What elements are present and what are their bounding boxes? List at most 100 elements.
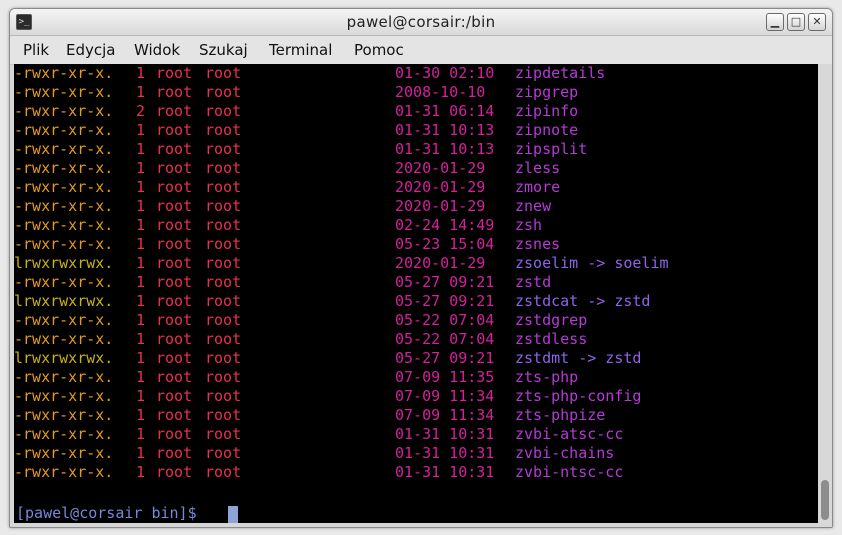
- link-count: 1: [136, 425, 146, 443]
- modified-date: 07-09 11:34: [395, 406, 495, 424]
- minimize-button[interactable]: ▁: [766, 13, 784, 31]
- owner: root: [156, 254, 193, 272]
- file-name: zipsplit: [515, 140, 588, 158]
- permissions: -rwxr-xr-x.: [14, 159, 114, 177]
- modified-date: 01-30 02:10: [395, 64, 495, 82]
- modified-date: 05-27 09:21: [395, 292, 495, 310]
- group: root: [205, 254, 242, 272]
- owner: root: [156, 330, 193, 348]
- menu-plik[interactable]: Plik: [23, 41, 49, 59]
- link-count: 1: [136, 273, 146, 291]
- permissions: -rwxr-xr-x.: [14, 83, 114, 101]
- link-count: 1: [136, 159, 146, 177]
- owner: root: [156, 197, 193, 215]
- menu-edycja[interactable]: Edycja: [66, 41, 115, 59]
- file-name: zipinfo: [515, 102, 579, 120]
- owner: root: [156, 273, 193, 291]
- permissions: -rwxr-xr-x.: [14, 368, 114, 386]
- modified-date: 05-22 07:04: [395, 311, 495, 329]
- permissions: -rwxr-xr-x.: [14, 406, 114, 424]
- owner: root: [156, 292, 193, 310]
- group: root: [205, 406, 242, 424]
- file-name: zts-php: [515, 368, 579, 386]
- link-count: 1: [136, 330, 146, 348]
- file-name: zvbi-chains: [515, 444, 615, 462]
- group: root: [205, 121, 242, 139]
- link-count: 1: [136, 387, 146, 405]
- owner: root: [156, 368, 193, 386]
- owner: root: [156, 64, 193, 82]
- group: root: [205, 235, 242, 253]
- link-target: zstd: [605, 349, 642, 367]
- file-name: znew: [515, 197, 552, 215]
- menu-bar: Plik Edycja Widok Szukaj Terminal Pomoc: [10, 36, 832, 65]
- owner: root: [156, 121, 193, 139]
- group: root: [205, 197, 242, 215]
- owner: root: [156, 387, 193, 405]
- file-name: zipnote: [515, 121, 579, 139]
- scrollbar-thumb[interactable]: [821, 480, 829, 520]
- link-count: 1: [136, 444, 146, 462]
- file-name: zless: [515, 159, 561, 177]
- link-count: 1: [136, 349, 146, 367]
- group: root: [205, 64, 242, 82]
- link-count: 1: [136, 311, 146, 329]
- modified-date: 01-31 10:31: [395, 463, 495, 481]
- menu-widok[interactable]: Widok: [134, 41, 180, 59]
- link-count: 1: [136, 121, 146, 139]
- modified-date: 07-09 11:34: [395, 387, 495, 405]
- modified-date: 2020-01-29: [395, 197, 486, 215]
- link-target: soelim: [614, 254, 669, 272]
- permissions: -rwxr-xr-x.: [14, 235, 114, 253]
- link-count: 1: [136, 235, 146, 253]
- modified-date: 05-27 09:21: [395, 273, 495, 291]
- group: root: [205, 83, 242, 101]
- terminal-output[interactable]: -rwxr-xr-x.1rootroot5114601-30 02:10zipd…: [14, 64, 818, 523]
- menu-pomoc[interactable]: Pomoc: [354, 41, 404, 59]
- owner: root: [156, 406, 193, 424]
- modified-date: 01-31 10:13: [395, 121, 495, 139]
- group: root: [205, 387, 242, 405]
- menu-terminal[interactable]: Terminal: [269, 41, 332, 59]
- permissions: -rwxr-xr-x.: [14, 121, 114, 139]
- group: root: [205, 425, 242, 443]
- link-count: 1: [136, 368, 146, 386]
- permissions: -rwxr-xr-x.: [14, 425, 114, 443]
- file-name: zvbi-atsc-cc: [515, 425, 624, 443]
- link-count: 1: [136, 216, 146, 234]
- modified-date: 01-31 06:14: [395, 102, 495, 120]
- scrollbar[interactable]: [818, 64, 832, 527]
- file-name: zstdgrep: [515, 311, 588, 329]
- file-name: zts-php-config: [515, 387, 642, 405]
- title-bar[interactable]: >_ pawel@corsair:/bin ▁ □ ✕: [10, 9, 832, 36]
- permissions: -rwxr-xr-x.: [14, 387, 114, 405]
- maximize-button[interactable]: □: [787, 13, 805, 31]
- file-name: zmore: [515, 178, 561, 196]
- group: root: [205, 349, 242, 367]
- file-name: zvbi-ntsc-cc: [515, 463, 624, 481]
- modified-date: 07-09 11:35: [395, 368, 495, 386]
- link-count: 1: [136, 140, 146, 158]
- link-count: 1: [136, 254, 146, 272]
- group: root: [205, 330, 242, 348]
- text-cursor: [228, 506, 238, 523]
- permissions: -rwxr-xr-x.: [14, 102, 114, 120]
- modified-date: 2020-01-29: [395, 254, 486, 272]
- link-target: zstd: [614, 292, 651, 310]
- link-arrow: ->: [578, 349, 597, 367]
- group: root: [205, 140, 242, 158]
- menu-szukaj[interactable]: Szukaj: [199, 41, 248, 59]
- file-name: zstdmt: [515, 349, 570, 367]
- file-name: zipdetails: [515, 64, 606, 82]
- group: root: [205, 216, 242, 234]
- owner: root: [156, 102, 193, 120]
- group: root: [205, 178, 242, 196]
- link-arrow: ->: [587, 254, 606, 272]
- close-button[interactable]: ✕: [808, 13, 826, 31]
- permissions: -rwxr-xr-x.: [14, 273, 114, 291]
- window-title: pawel@corsair:/bin: [346, 13, 496, 31]
- file-name: zstd: [515, 273, 552, 291]
- owner: root: [156, 425, 193, 443]
- file-name: zstdless: [515, 330, 588, 348]
- modified-date: 2020-01-29: [395, 178, 486, 196]
